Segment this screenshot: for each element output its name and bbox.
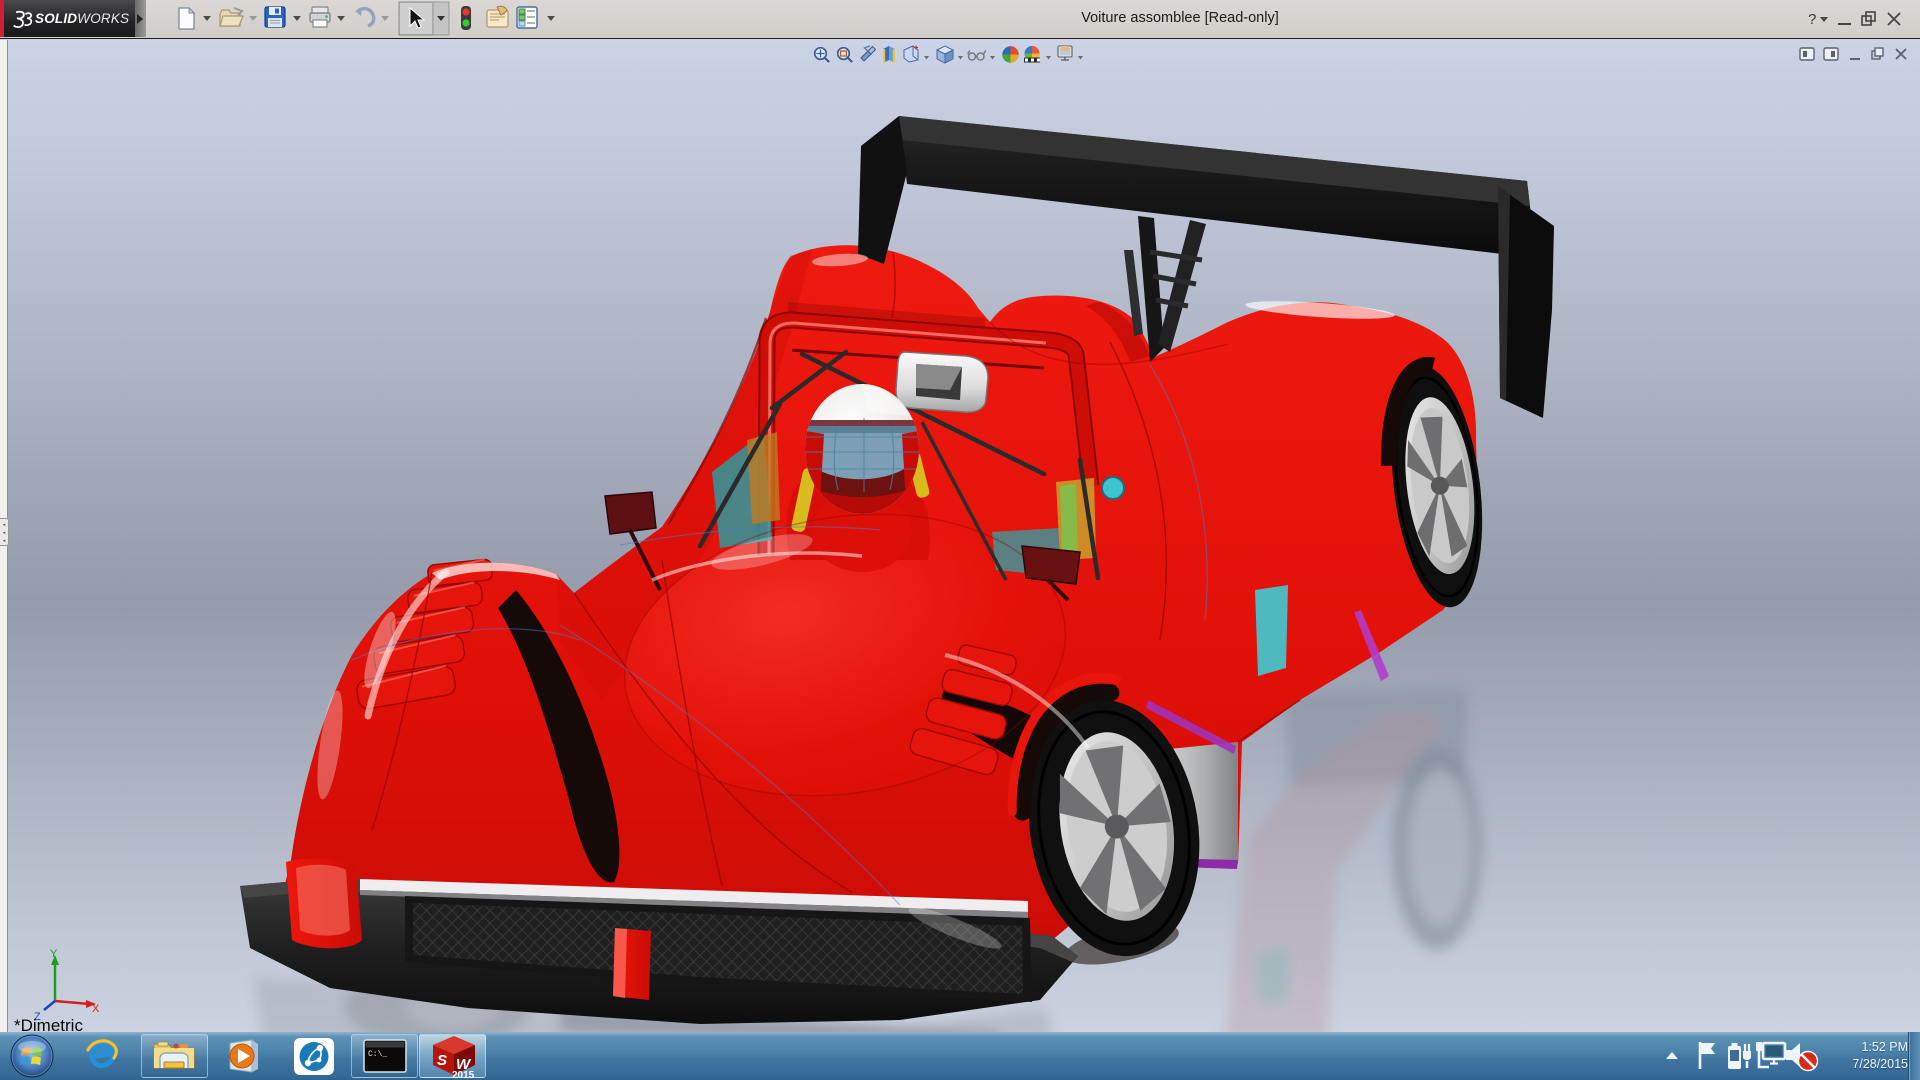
svg-text:Y: Y [50, 948, 58, 960]
svg-text:X: X [92, 1003, 100, 1015]
svg-text:C:\_: C:\_ [368, 1050, 387, 1059]
svg-text:2015: 2015 [452, 1070, 475, 1080]
svg-text:?: ? [1808, 11, 1816, 28]
svg-text:S: S [437, 1052, 447, 1069]
